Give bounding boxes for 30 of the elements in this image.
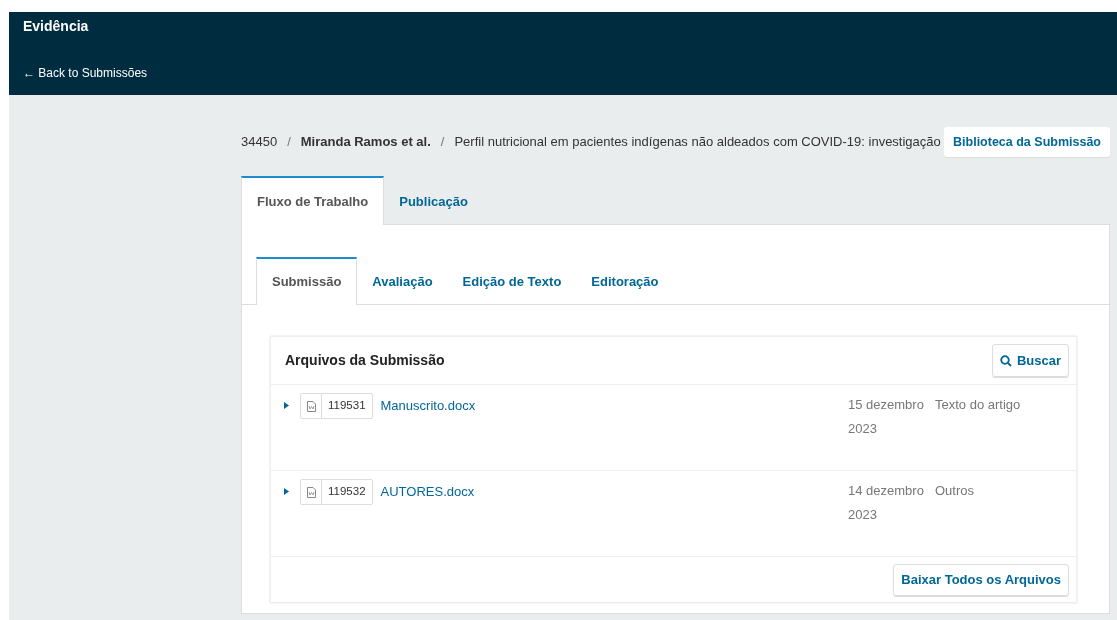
breadcrumb-separator: / (287, 133, 291, 152)
file-date: 14 dezembro 2023 (848, 482, 925, 524)
tab[interactable]: Avaliação (357, 257, 448, 305)
search-button[interactable]: Buscar (991, 344, 1069, 377)
tab[interactable]: Fluxo de Trabalho (241, 176, 385, 225)
journal-title: Evidência (23, 17, 90, 36)
authors: Miranda Ramos et al. (300, 133, 431, 152)
submission-id: 34450 (241, 133, 278, 152)
file-id: 119532 (327, 484, 367, 500)
file-link[interactable]: AUTORES.docx (380, 479, 848, 502)
file-type: Texto do artigo (935, 396, 1022, 414)
document-icon (306, 400, 316, 412)
file-id: 119531 (327, 398, 367, 414)
breadcrumb-separator: / (440, 133, 445, 152)
panel-title: Arquivos da Submissão (285, 351, 445, 370)
caret-right-icon (282, 401, 290, 409)
file-date: 15 dezembro 2023 (848, 396, 925, 438)
caret-right-icon (282, 487, 290, 495)
search-icon (999, 354, 1012, 367)
library-button[interactable]: Biblioteca da Submissão (944, 127, 1110, 157)
file-link[interactable]: Manuscrito.docx (380, 393, 848, 416)
back-link[interactable]: ← Back to Submissões (23, 64, 148, 82)
tab[interactable]: Editoração (576, 257, 674, 305)
document-icon (306, 486, 316, 498)
tab[interactable]: Submissão (256, 257, 358, 305)
submission-title: Perfil nutricional em pacientes indígenas não aldeados com COVID-19: investigação (454, 133, 941, 152)
file-type: Outros (935, 482, 975, 500)
tab[interactable]: Edição de Texto (447, 257, 577, 305)
download-all-button[interactable]: Baixar Todos os Arquivos (893, 564, 1069, 596)
tab[interactable]: Publicação (384, 176, 483, 225)
